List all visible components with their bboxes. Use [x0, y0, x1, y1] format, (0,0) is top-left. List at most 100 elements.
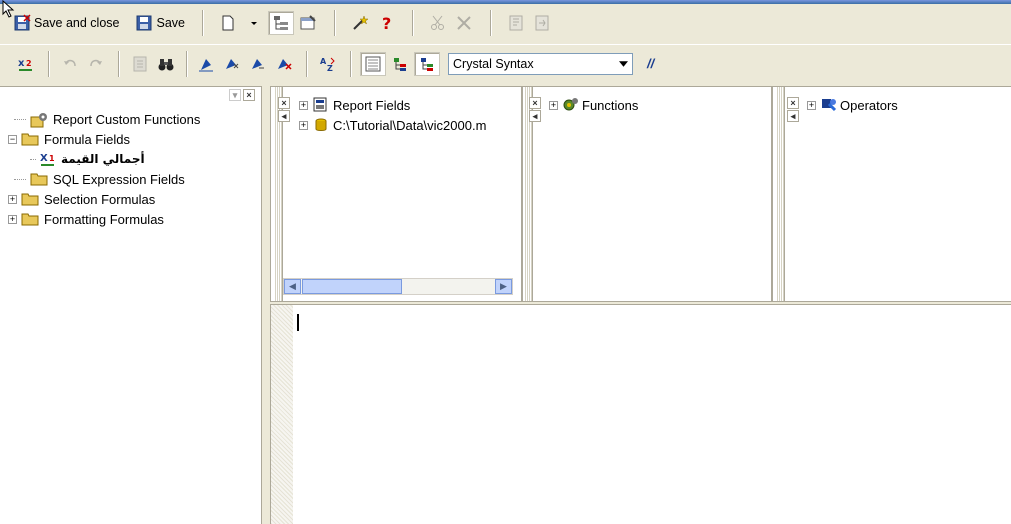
svg-text:2: 2: [26, 59, 32, 68]
find-button[interactable]: [154, 52, 178, 76]
toggle-bookmark-button[interactable]: [194, 52, 218, 76]
pane-pin-button[interactable]: ◂: [787, 110, 799, 122]
clear-bookmarks-button[interactable]: [272, 52, 296, 76]
properties-button[interactable]: [296, 11, 320, 35]
binoculars-icon: [157, 55, 175, 73]
svg-text:1: 1: [49, 154, 55, 163]
functions-icon: [562, 96, 580, 114]
tree-item-functions[interactable]: + Functions: [549, 96, 638, 114]
browse-data-button[interactable]: [128, 52, 152, 76]
tree-item-report-custom-functions[interactable]: Report Custom Functions: [14, 109, 200, 129]
x-sub-1-icon: X1: [39, 150, 57, 168]
pane-close-button[interactable]: ×: [243, 89, 255, 101]
new-dropdown-button[interactable]: [242, 11, 266, 35]
comment-label: //: [647, 56, 655, 71]
redo-button[interactable]: [84, 52, 108, 76]
expert-button[interactable]: [348, 11, 372, 35]
save-and-close-label: Save and close: [34, 16, 120, 30]
tree-item-database[interactable]: + C:\Tutorial\Data\vic2000.m: [299, 116, 486, 134]
tree-item-selection-formulas[interactable]: + Selection Formulas: [8, 189, 155, 209]
formula-editor[interactable]: [270, 304, 1011, 524]
tree-item-report-fields[interactable]: + Report Fields: [299, 96, 410, 114]
report-fields-icon: [312, 96, 330, 114]
toolbar-separator: [306, 50, 308, 77]
toggle-operators-tree-button[interactable]: [414, 51, 440, 76]
pane-pin-button[interactable]: ◂: [529, 110, 541, 122]
database-path-label: C:\Tutorial\Data\vic2000.m: [333, 117, 487, 133]
toolbar-separator: [489, 10, 492, 36]
browse-data-icon: [131, 55, 149, 73]
pane-controls: × ◂: [278, 97, 290, 122]
scroll-thumb[interactable]: [302, 279, 402, 294]
prev-bookmark-button[interactable]: [246, 52, 270, 76]
expand-icon[interactable]: +: [299, 100, 308, 110]
save-label: Save: [156, 16, 185, 30]
comment-button[interactable]: //: [641, 52, 657, 76]
tree-item-formula-fields[interactable]: − Formula Fields: [8, 129, 130, 149]
pane-pin-button[interactable]: ◂: [278, 110, 290, 122]
new-button[interactable]: [216, 11, 240, 35]
sort-button[interactable]: AZ: [316, 52, 340, 76]
delete-button[interactable]: [452, 11, 476, 35]
expand-icon[interactable]: +: [299, 120, 308, 130]
undo-button[interactable]: [58, 52, 82, 76]
collapse-icon[interactable]: −: [8, 134, 17, 144]
previous-bookmark-icon: [249, 55, 267, 73]
pane-close-button[interactable]: ×: [278, 97, 290, 109]
syntax-select[interactable]: Crystal Syntax: [448, 52, 633, 75]
pane-close-button[interactable]: ×: [529, 97, 541, 109]
tree-item-label: Formula Fields: [44, 131, 130, 147]
folder-icon: [30, 172, 48, 186]
mouse-pointer-icon: [2, 0, 16, 21]
tree-item-label: SQL Expression Fields: [53, 171, 185, 187]
tree-item-operators[interactable]: + Operators: [807, 96, 898, 114]
new-document-icon: [219, 14, 237, 32]
horizontal-scrollbar[interactable]: ◀ ▶: [283, 278, 513, 295]
pane-pin-button[interactable]: ▾: [229, 89, 241, 101]
next-bookmark-formula-button[interactable]: [220, 52, 244, 76]
tree-item-label: Formatting Formulas: [44, 211, 164, 227]
scroll-right-button[interactable]: ▶: [495, 279, 512, 294]
toggle-tree-button[interactable]: [267, 11, 294, 35]
tree-item-formatting-formulas[interactable]: + Formatting Formulas: [8, 209, 164, 229]
help-button[interactable]: ?: [374, 11, 398, 35]
pane-close-button[interactable]: ×: [787, 97, 799, 109]
bookmark-button[interactable]: [504, 11, 528, 35]
undo-icon: [61, 55, 79, 73]
chevron-down-icon[interactable]: [615, 53, 632, 74]
expand-icon[interactable]: +: [807, 100, 816, 110]
expand-icon[interactable]: +: [8, 214, 17, 224]
toolbar-separator: [48, 50, 50, 77]
svg-text:X: X: [40, 153, 48, 164]
save-button[interactable]: Save: [132, 11, 188, 35]
expand-icon[interactable]: +: [549, 100, 558, 110]
x-sub-2-icon: x2: [17, 55, 35, 73]
svg-text:Z: Z: [327, 64, 333, 73]
toolbar-formula: x2 AZ Crystal Syntax //: [0, 44, 1011, 82]
magic-wand-icon: [351, 14, 369, 32]
expand-icon[interactable]: +: [8, 194, 17, 204]
database-icon: [312, 116, 330, 134]
operators-tree-icon: [418, 55, 436, 73]
bookmark-icon: [507, 14, 525, 32]
folder-icon: [21, 132, 39, 146]
clear-bookmarks-icon: [275, 55, 293, 73]
scroll-left-button[interactable]: ◀: [284, 279, 301, 294]
cut-button[interactable]: [426, 11, 450, 35]
check-formula-button[interactable]: x2: [14, 52, 38, 76]
toggle-functions-tree-button[interactable]: [388, 52, 412, 76]
toggle-fields-tree-button[interactable]: [360, 51, 386, 76]
folder-icon: [21, 192, 39, 206]
functions-label: Functions: [582, 97, 639, 113]
svg-text:A: A: [320, 57, 327, 66]
tree-item-label: أجمالي القيمة: [61, 152, 145, 166]
tree-item-formula[interactable]: X1 أجمالي القيمة: [30, 149, 145, 169]
bookmark-next-icon: [533, 14, 551, 32]
tree-item-sql-expression-fields[interactable]: SQL Expression Fields: [14, 169, 185, 189]
pane-grip[interactable]: [777, 87, 785, 301]
properties-icon: [299, 14, 317, 32]
save-and-close-button[interactable]: Save and close: [10, 11, 122, 35]
functions-tree-icon: [391, 55, 409, 73]
next-bookmark-button[interactable]: [530, 11, 554, 35]
text-caret: [297, 314, 299, 331]
